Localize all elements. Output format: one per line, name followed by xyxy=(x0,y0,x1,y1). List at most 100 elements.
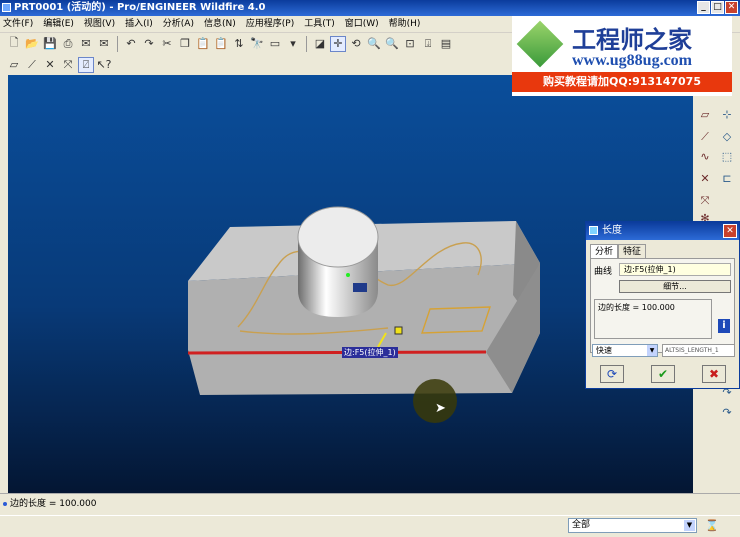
mouse-pointer-icon: ➤ xyxy=(435,401,446,416)
cut-icon[interactable]: ✂ xyxy=(159,36,175,52)
paste-special-icon[interactable]: 📋 xyxy=(213,36,229,52)
close-icon[interactable]: ✕ xyxy=(725,1,738,14)
repaint-icon[interactable]: ◪ xyxy=(312,36,328,52)
context-help-icon[interactable]: ↖? xyxy=(96,57,112,73)
reorient-icon[interactable]: ⍗ xyxy=(420,36,436,52)
toolbar-separator xyxy=(306,35,307,52)
message-bullet-icon xyxy=(3,502,7,506)
orient-mode-icon[interactable]: ⟲ xyxy=(348,36,364,52)
repeat-button[interactable]: ⟳ xyxy=(600,365,624,383)
menu-window[interactable]: 窗口(W) xyxy=(345,16,379,32)
mail-link-icon[interactable]: ✉ xyxy=(96,36,112,52)
find-icon[interactable]: 🔭 xyxy=(249,36,265,52)
menu-view[interactable]: 视图(V) xyxy=(84,16,115,32)
parameter-name-field[interactable]: ALTSIS_LENGTH_1 xyxy=(662,344,735,357)
regenerate-icon[interactable]: ⇅ xyxy=(231,36,247,52)
analysis-type-select[interactable]: 快速 ▼ xyxy=(592,344,658,357)
tab-feature[interactable]: 特征 xyxy=(618,244,647,259)
save-icon[interactable]: 💾 xyxy=(42,36,58,52)
chamfer-icon[interactable]: ↷ xyxy=(719,405,735,421)
dialog-close-icon[interactable]: ✕ xyxy=(723,224,737,238)
dialog-title: 长度 xyxy=(602,225,622,236)
cancel-button[interactable]: ✖ xyxy=(702,365,726,383)
zoom-out-icon[interactable]: 🔍 xyxy=(384,36,400,52)
coord-icon[interactable]: ⊏ xyxy=(719,171,735,187)
point-icon[interactable]: ✕ xyxy=(697,171,713,187)
detail-button[interactable]: 细节... xyxy=(619,280,731,293)
chevron-down-icon[interactable]: ▼ xyxy=(684,520,695,531)
busy-icon: ⌛ xyxy=(705,519,719,532)
toolbar-separator xyxy=(117,35,118,52)
datum-point-display-icon[interactable]: ✕ xyxy=(42,57,58,73)
logo-diamond-icon xyxy=(516,20,564,68)
cylinder-top xyxy=(297,206,379,268)
logo-title: 工程师之家 xyxy=(572,25,692,54)
new-file-icon[interactable]: 🗋 xyxy=(6,36,22,52)
window-title-bar: PRT0001 (活动的) - Pro/ENGINEER Wildfire 4.… xyxy=(0,0,740,16)
window-controls: _ □ ✕ xyxy=(697,1,738,14)
spin-center-marker xyxy=(346,273,350,277)
menu-help[interactable]: 帮助(H) xyxy=(389,16,421,32)
saved-views-icon[interactable]: ▤ xyxy=(438,36,454,52)
send-mail-icon[interactable]: ✉ xyxy=(78,36,94,52)
spin-center-icon[interactable]: ✛ xyxy=(330,35,346,52)
menu-file[interactable]: 文件(F) xyxy=(3,16,33,32)
status-message: 边的长度 = 100.000 xyxy=(10,499,97,509)
app-icon xyxy=(2,3,11,12)
selection-filter-value: 全部 xyxy=(572,520,591,530)
window-title: PRT0001 (活动的) - Pro/ENGINEER Wildfire 4.… xyxy=(14,2,266,13)
edge-label: 边:F5(拉伸_1) xyxy=(342,347,398,358)
refit-icon[interactable]: ⊡ xyxy=(402,36,418,52)
length-dialog: 长度 ✕ 分析 特征 曲线 边:F5(拉伸_1) 细节... 边的长度 = 10… xyxy=(585,221,740,389)
dropdown-arrow-icon[interactable]: ▾ xyxy=(285,36,301,52)
dimension-handle xyxy=(394,326,403,335)
chevron-down-icon[interactable]: ▼ xyxy=(647,345,657,356)
surface-icon[interactable]: ⬚ xyxy=(719,149,735,165)
curve-field[interactable]: 边:F5(拉伸_1) xyxy=(619,263,731,276)
undo-icon[interactable]: ↶ xyxy=(123,36,139,52)
menu-edit[interactable]: 编辑(E) xyxy=(43,16,74,32)
print-icon[interactable]: ⎙ xyxy=(60,36,76,52)
axis-tag xyxy=(353,283,367,292)
filter-bar: 全部 ▼ ⌛ xyxy=(0,515,740,537)
datum-plane-icon[interactable]: ▱ xyxy=(697,107,713,123)
highlighted-edge xyxy=(187,350,487,355)
ok-button[interactable]: ✔ xyxy=(651,365,675,383)
shell-icon[interactable]: ◇ xyxy=(719,129,735,145)
axis-tool-icon[interactable]: ⟋ xyxy=(697,129,713,145)
menu-insert[interactable]: 插入(I) xyxy=(125,16,153,32)
result-text: 边的长度 = 100.000 xyxy=(594,299,712,339)
analysis-type-value: 快速 xyxy=(596,346,612,355)
sketch-curve-icon[interactable]: ∿ xyxy=(697,149,713,165)
info-icon[interactable]: i xyxy=(718,319,730,333)
maximize-icon[interactable]: □ xyxy=(711,1,724,14)
copy-icon[interactable]: ❐ xyxy=(177,36,193,52)
selection-filter[interactable]: 全部 ▼ xyxy=(568,518,697,533)
csys-icon[interactable]: ⤧ xyxy=(697,193,713,209)
datum-plane-display-icon[interactable]: ▱ xyxy=(6,57,22,73)
zoom-in-icon[interactable]: 🔍 xyxy=(366,36,382,52)
coord-system-display-icon[interactable]: ⤧ xyxy=(60,57,76,73)
menu-tools[interactable]: 工具(T) xyxy=(304,16,335,32)
open-folder-icon[interactable]: 📂 xyxy=(24,36,40,52)
selection-box-icon[interactable]: ▭ xyxy=(267,36,283,52)
paste-icon[interactable]: 📋 xyxy=(195,36,211,52)
menu-info[interactable]: 信息(N) xyxy=(204,16,236,32)
left-sash[interactable] xyxy=(0,75,8,493)
tab-analysis[interactable]: 分析 xyxy=(590,244,619,259)
dialog-tabs: 分析 特征 xyxy=(590,244,647,259)
annotation-display-icon[interactable]: ⍁ xyxy=(78,56,94,73)
curve-label: 曲线 xyxy=(594,267,613,277)
menu-analysis[interactable]: 分析(A) xyxy=(163,16,194,32)
datum-axis-icon[interactable]: ⊹ xyxy=(719,107,735,123)
redo-icon[interactable]: ↷ xyxy=(141,36,157,52)
minimize-icon[interactable]: _ xyxy=(697,1,710,14)
menu-applications[interactable]: 应用程序(P) xyxy=(246,16,294,32)
dialog-icon xyxy=(589,226,598,235)
analysis-panel: 曲线 边:F5(拉伸_1) 细节... 边的长度 = 100.000 i xyxy=(590,258,735,353)
logo-url: www.ug88ug.com xyxy=(572,52,693,69)
dialog-title-bar: 长度 ✕ xyxy=(586,222,739,240)
logo-contact: 购买教程请加QQ:913147075 xyxy=(512,72,732,92)
datum-axis-display-icon[interactable]: ⟋ xyxy=(24,57,40,73)
watermark-logo: 工程师之家 www.ug88ug.com 购买教程请加QQ:913147075 xyxy=(512,16,732,96)
